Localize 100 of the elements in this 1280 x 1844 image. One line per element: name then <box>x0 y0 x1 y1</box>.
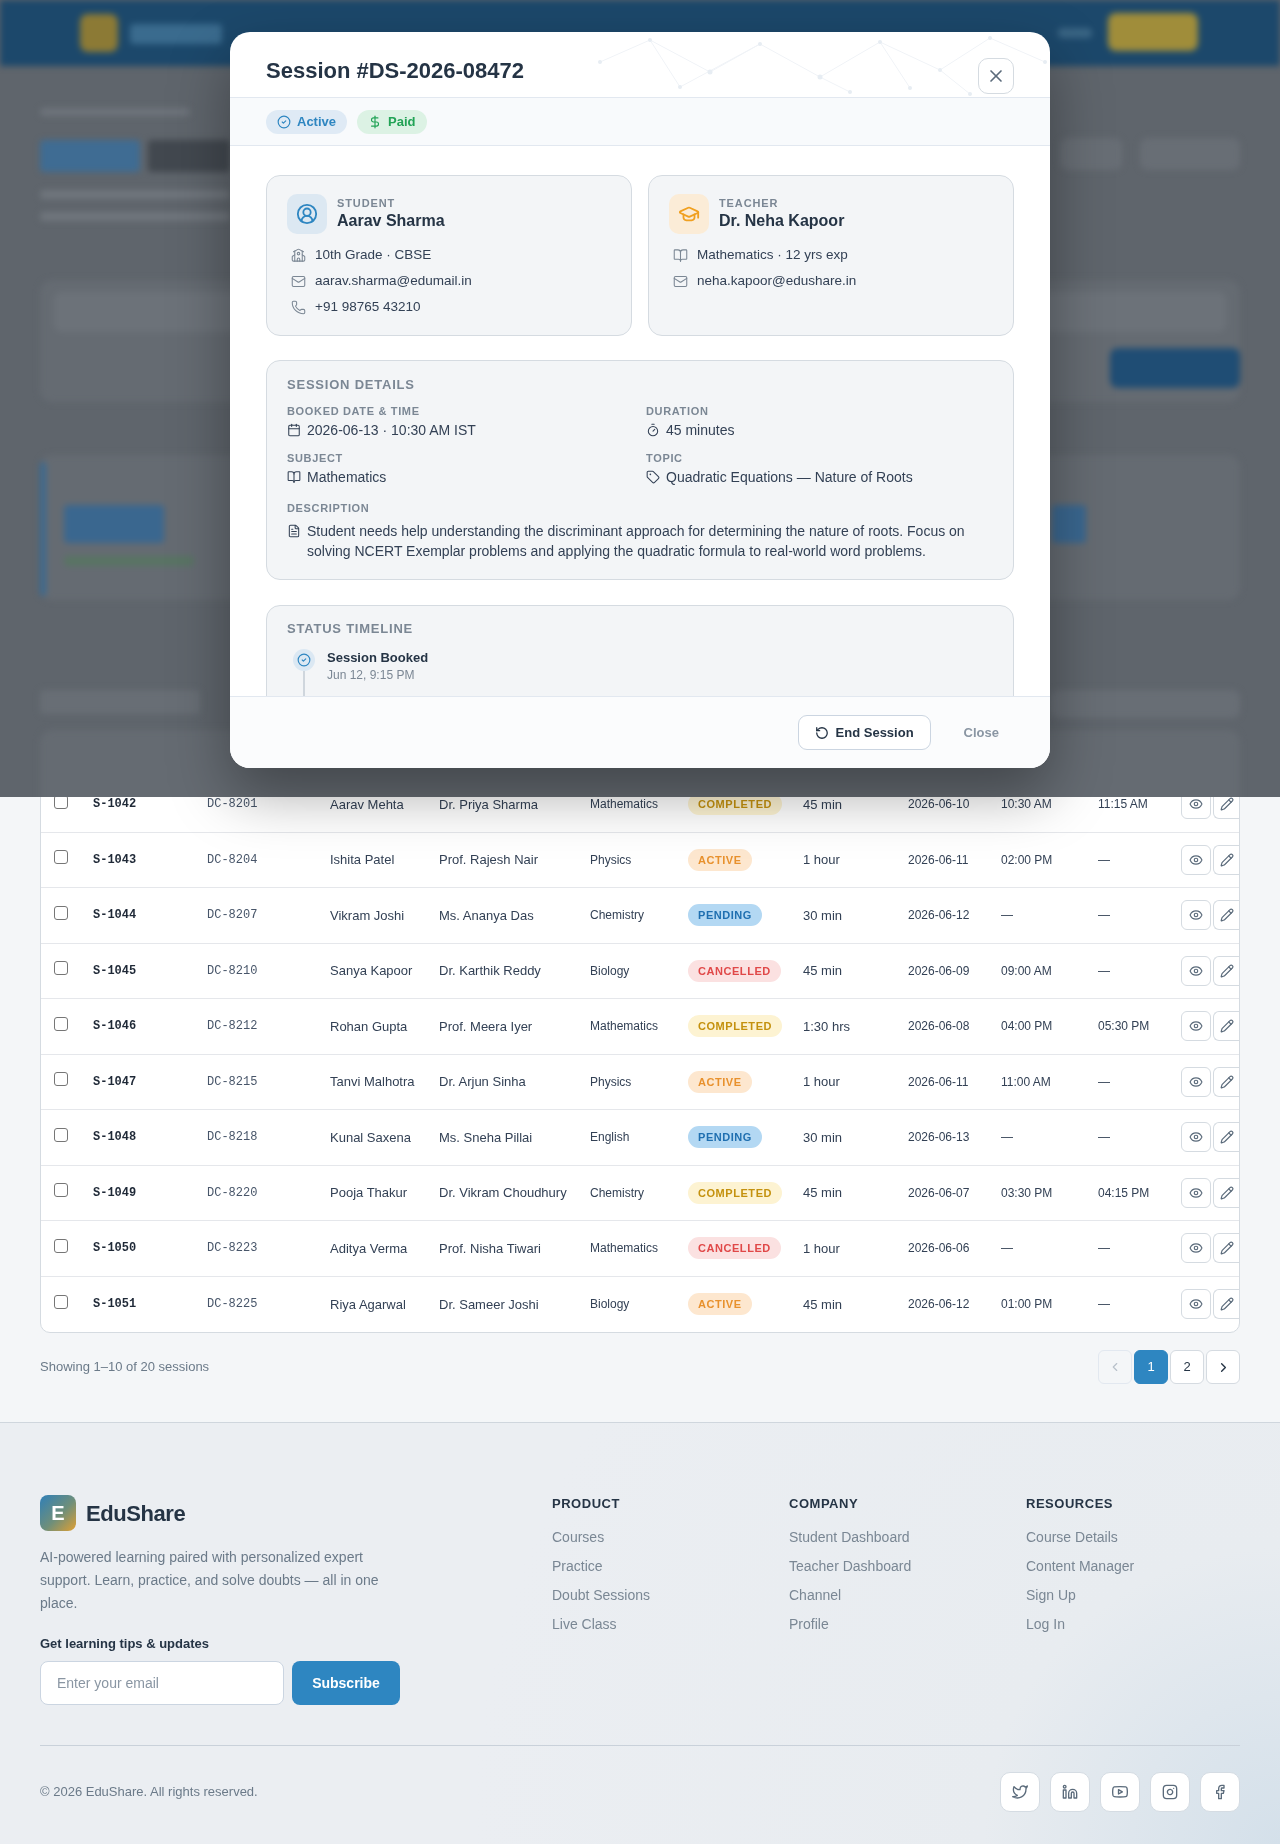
date-text: 2026-06-10 <box>908 796 970 814</box>
view-button[interactable] <box>1181 1122 1211 1153</box>
view-button[interactable] <box>1181 900 1211 931</box>
start-time-text: 09:00 AM <box>1001 962 1052 980</box>
session-id-text: S-1048 <box>93 1129 137 1147</box>
description-text: Student needs help understanding the discriminant approach for determining the nature of roots. Focus on solving NCERT Exemplar problems and applying the quadratic formula to real-world word problems. <box>307 522 966 561</box>
row-checkbox[interactable] <box>54 1072 68 1087</box>
field-label: TOPIC <box>646 451 683 465</box>
social-link-button[interactable] <box>1050 1772 1090 1812</box>
start-time-text: 01:00 PM <box>1001 1296 1053 1314</box>
event-title: Session Booked <box>327 649 429 667</box>
student-name-text: Aarav Mehta <box>330 795 404 814</box>
status-badge: Active <box>266 109 348 134</box>
instagram-icon <box>1162 1784 1178 1800</box>
row-checkbox[interactable] <box>54 1294 68 1309</box>
duration-text: 45 min <box>803 795 843 814</box>
close-text-button[interactable]: Close <box>948 715 1014 750</box>
status-badge: CANCELLED <box>688 959 781 982</box>
status-badge: COMPLETED <box>688 1015 782 1038</box>
row-checkbox[interactable] <box>54 1127 68 1142</box>
edit-button[interactable] <box>1213 1066 1239 1097</box>
eye-icon <box>1189 797 1203 812</box>
end-session-button[interactable]: End Session <box>797 715 931 750</box>
row-checkbox[interactable] <box>54 850 68 865</box>
doubt-code-text: DC-8212 <box>207 1018 258 1036</box>
social-link-button[interactable] <box>1150 1772 1190 1812</box>
view-button[interactable] <box>1181 1233 1211 1264</box>
view-button[interactable] <box>1181 844 1211 875</box>
page-button[interactable]: 2 <box>1170 1350 1204 1384</box>
status-badge: PENDING <box>688 904 762 927</box>
footer-link[interactable]: Channel <box>789 1585 842 1605</box>
edit-button[interactable] <box>1213 1177 1239 1208</box>
edit-button[interactable] <box>1213 1233 1239 1264</box>
edit-button[interactable] <box>1213 1289 1239 1320</box>
footer-link[interactable]: Course Details <box>1026 1527 1118 1547</box>
subscribe-button[interactable]: Subscribe <box>292 1661 400 1705</box>
edit-button[interactable] <box>1213 1011 1239 1042</box>
page-button[interactable]: 1 <box>1134 1350 1168 1384</box>
footer-link[interactable]: Live Class <box>552 1614 617 1634</box>
view-button[interactable] <box>1181 1177 1211 1208</box>
date-text: 2026-06-12 <box>908 907 970 925</box>
footer-link[interactable]: Student Dashboard <box>789 1527 910 1547</box>
row-checkbox[interactable] <box>54 1238 68 1253</box>
view-button[interactable] <box>1181 1289 1211 1320</box>
edit-button[interactable] <box>1213 955 1239 986</box>
footer-link[interactable]: Practice <box>552 1556 603 1576</box>
field-label: BOOKED DATE & TIME <box>287 404 420 418</box>
twitter-icon <box>1012 1784 1028 1800</box>
footer-link[interactable]: Profile <box>789 1614 829 1634</box>
footer-link[interactable]: Log In <box>1026 1614 1065 1634</box>
row-checkbox[interactable] <box>54 905 68 920</box>
footer-link[interactable]: Sign Up <box>1026 1585 1076 1605</box>
pencil-icon <box>1219 963 1234 978</box>
row-checkbox[interactable] <box>54 1183 68 1198</box>
view-button[interactable] <box>1181 955 1211 986</box>
end-time-text: — <box>1098 907 1110 925</box>
row-checkbox[interactable] <box>54 961 68 976</box>
date-text: 2026-06-11 <box>908 1073 969 1091</box>
view-button[interactable] <box>1181 1011 1211 1042</box>
edit-button[interactable] <box>1213 1122 1239 1153</box>
section-heading: STATUS TIMELINE <box>287 620 414 638</box>
edit-button[interactable] <box>1213 900 1239 931</box>
session-id-text: S-1044 <box>93 907 137 925</box>
duration-text: 45 min <box>803 962 843 980</box>
eye-icon <box>1189 1074 1203 1089</box>
footer-link[interactable]: Doubt Sessions <box>552 1585 651 1605</box>
end-time-text: — <box>1098 1129 1110 1147</box>
user-tile-icon <box>287 194 327 234</box>
duration-text: 45 min <box>803 1295 843 1314</box>
doubt-code-text: DC-8218 <box>207 1129 258 1147</box>
field-label: SUBJECT <box>287 451 343 465</box>
copyright-text: © 2026 EduShare. All rights reserved. <box>40 1783 258 1802</box>
footer-link[interactable]: Teacher Dashboard <box>789 1556 912 1576</box>
teacher-name-text: Prof. Rajesh Nair <box>439 851 538 869</box>
edit-button[interactable] <box>1213 844 1239 875</box>
footer-link[interactable]: Content Manager <box>1026 1556 1135 1576</box>
close-button[interactable] <box>978 58 1014 94</box>
field-value: 45 minutes <box>666 421 735 440</box>
subject-text: Physics <box>590 1073 632 1091</box>
logo-tile: E <box>40 1495 76 1531</box>
social-link-button[interactable] <box>1100 1772 1140 1812</box>
social-link-button[interactable] <box>1200 1772 1240 1812</box>
subject-text: Biology <box>590 1296 630 1314</box>
email-input-field[interactable]: Enter your email <box>40 1661 284 1705</box>
pencil-icon <box>1219 1297 1234 1312</box>
date-text: 2026-06-09 <box>908 962 970 980</box>
footer-link[interactable]: Courses <box>552 1527 605 1547</box>
student-name-text: Tanvi Malhotra <box>330 1073 415 1091</box>
subject-text: Chemistry <box>590 907 644 925</box>
social-link-button[interactable] <box>1000 1772 1040 1812</box>
view-button[interactable] <box>1181 1066 1211 1097</box>
mail-icon <box>291 273 306 289</box>
student-name-text: Kunal Saxena <box>330 1128 411 1147</box>
student-name-text: Pooja Thakur <box>330 1184 408 1202</box>
field-value: 2026-06-13 · 10:30 AM IST <box>307 421 476 440</box>
pencil-icon <box>1219 1074 1234 1089</box>
end-time-text: — <box>1098 851 1110 869</box>
person-name: Aarav Sharma <box>337 211 445 231</box>
row-checkbox[interactable] <box>54 1016 68 1031</box>
start-time-text: 04:00 PM <box>1001 1018 1053 1036</box>
